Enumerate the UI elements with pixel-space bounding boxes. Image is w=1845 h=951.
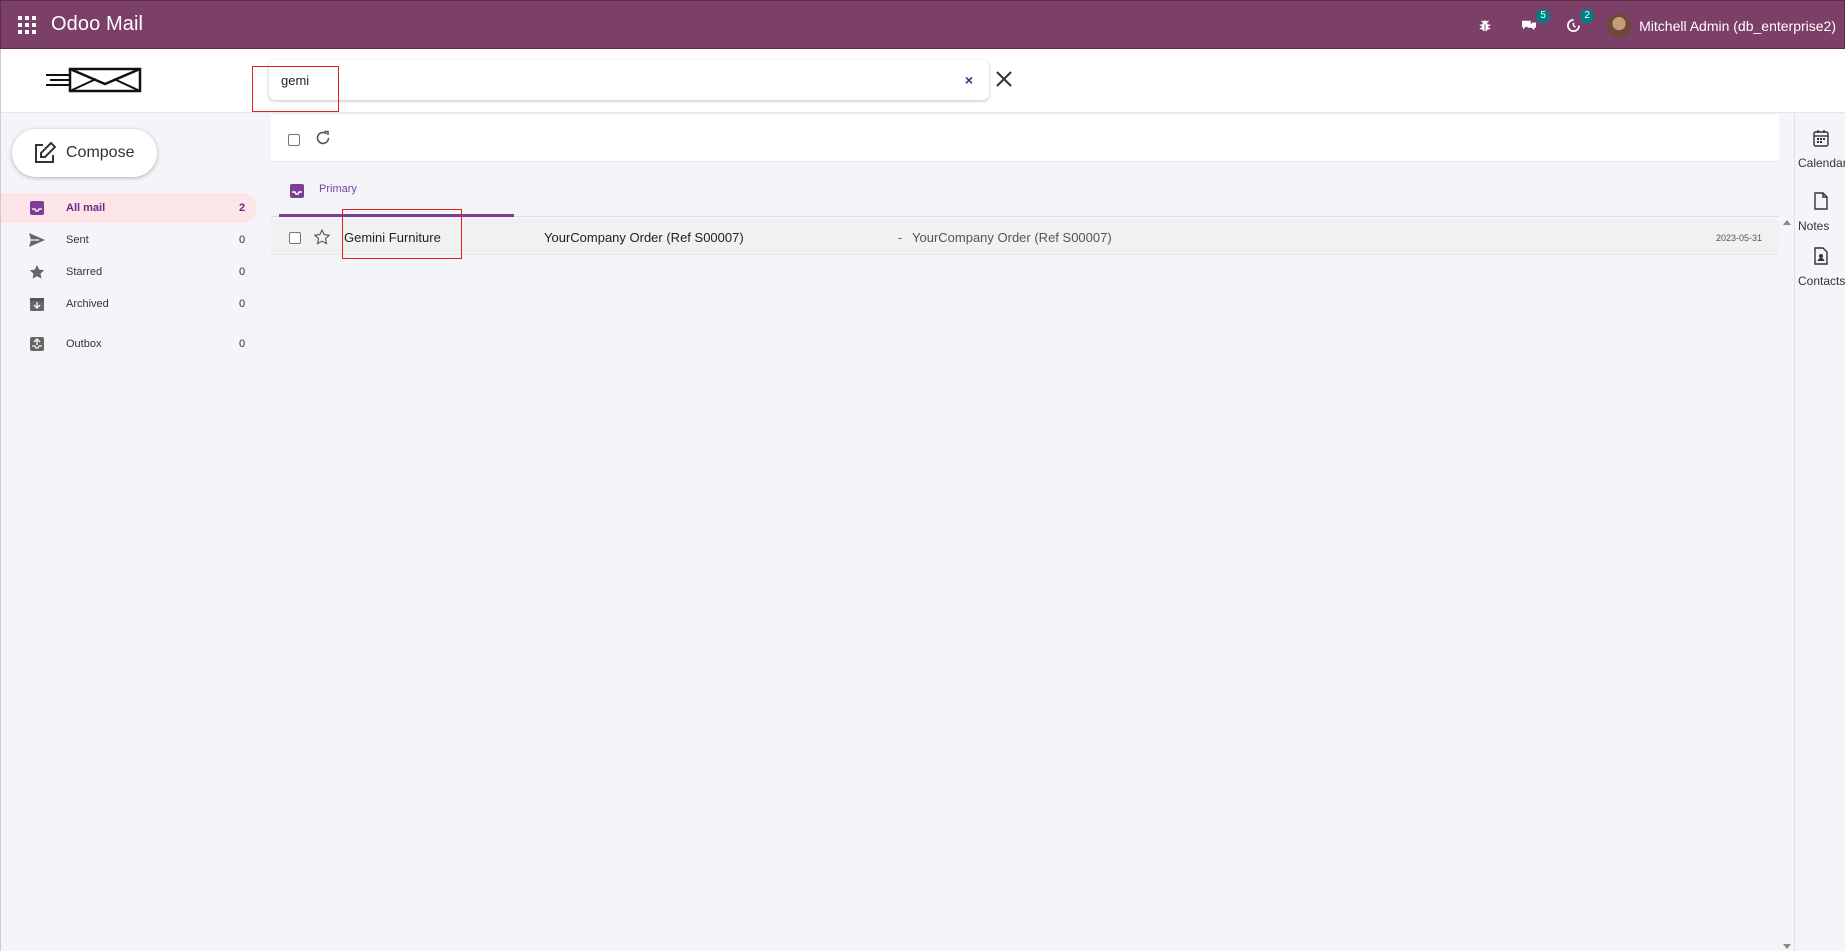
send-icon <box>28 231 46 249</box>
sidebar-item-all-mail[interactable]: All mail 2 <box>1 193 257 223</box>
chat-icon[interactable]: 5 <box>1519 8 1551 36</box>
message-date: 2023-05-31 <box>1716 233 1763 243</box>
top-navbar: Odoo Mail 5 2 Mitchell Admin (db_enterpr… <box>0 0 1845 49</box>
contacts-label: Contacts <box>1798 274 1845 288</box>
message-subject: YourCompany Order (Ref S00007) <box>544 230 744 245</box>
chat-badge: 5 <box>1536 8 1551 23</box>
message-sender: Gemini Furniture <box>344 230 441 245</box>
sidebar-item-count: 0 <box>239 266 246 278</box>
right-apps-panel: Calendar Notes Contacts <box>1794 113 1845 951</box>
sidebar-item-outbox[interactable]: Outbox 0 <box>1 329 257 359</box>
sidebar-item-count: 0 <box>239 298 246 310</box>
archive-icon <box>28 295 46 313</box>
sidebar-item-label: Archived <box>66 298 109 310</box>
star-icon <box>28 263 46 281</box>
edit-icon <box>35 142 56 163</box>
scroll-down-arrow-icon[interactable] <box>1783 944 1791 949</box>
inbox-icon <box>290 184 304 198</box>
star-outline-icon[interactable] <box>314 229 330 245</box>
search-box: × <box>269 60 989 100</box>
message-checkbox[interactable] <box>289 232 301 244</box>
search-input[interactable] <box>281 70 921 90</box>
user-menu[interactable]: Mitchell Admin (db_enterprise2) <box>1639 18 1836 34</box>
activity-badge: 2 <box>1580 8 1595 23</box>
sidebar-item-count: 2 <box>239 202 246 214</box>
contact-icon <box>1813 247 1828 265</box>
sidebar-item-label: Starred <box>66 266 103 278</box>
apps-grid-icon[interactable] <box>18 15 36 34</box>
sidebar-item-label: All mail <box>66 202 106 214</box>
calendar-icon <box>1812 130 1829 147</box>
message-separator: - <box>898 230 903 245</box>
inbox-icon <box>28 199 46 217</box>
tab-primary-label: Primary <box>319 183 357 195</box>
activity-clock-icon[interactable]: 2 <box>1563 8 1595 36</box>
mail-header: × <box>0 49 1845 113</box>
calendar-label: Calendar <box>1798 156 1845 170</box>
app-title[interactable]: Odoo Mail <box>51 13 143 36</box>
notes-shortcut[interactable]: Notes <box>1795 192 1845 233</box>
list-toolbar <box>271 115 1779 162</box>
outbox-icon <box>28 335 46 353</box>
sidebar-item-label: Sent <box>66 234 89 246</box>
sidebar-item-count: 0 <box>239 234 246 246</box>
contacts-shortcut[interactable]: Contacts <box>1795 247 1845 288</box>
clear-search-button[interactable]: × <box>959 70 979 90</box>
close-icon[interactable] <box>993 68 1015 90</box>
sidebar-item-starred[interactable]: Starred 0 <box>1 257 257 287</box>
compose-button[interactable]: Compose <box>12 129 157 177</box>
list-scrollbar[interactable] <box>1780 216 1794 951</box>
tab-primary[interactable]: Primary <box>279 171 514 217</box>
sidebar-item-count: 0 <box>239 338 246 350</box>
mail-logo-icon <box>46 67 142 93</box>
sidebar-item-label: Outbox <box>66 338 102 350</box>
sidebar-item-archived[interactable]: Archived 0 <box>1 289 257 319</box>
note-icon <box>1813 192 1828 210</box>
debug-bug-icon[interactable] <box>1475 16 1495 36</box>
mail-sidebar: Compose All mail 2 Sent 0 Starred 0 Arch… <box>0 113 260 951</box>
message-preview: YourCompany Order (Ref S00007) <box>912 230 1112 245</box>
compose-label: Compose <box>66 144 135 161</box>
calendar-shortcut[interactable]: Calendar <box>1795 129 1845 170</box>
select-all-checkbox[interactable] <box>288 134 300 146</box>
refresh-icon[interactable] <box>314 129 332 147</box>
message-row[interactable]: Gemini Furniture YourCompany Order (Ref … <box>271 219 1779 255</box>
mail-main: Primary Gemini Furniture YourCompany Ord… <box>271 113 1779 951</box>
sidebar-item-sent[interactable]: Sent 0 <box>1 225 257 255</box>
user-avatar[interactable] <box>1607 13 1632 38</box>
notes-label: Notes <box>1798 219 1830 233</box>
scroll-up-arrow-icon[interactable] <box>1783 220 1791 225</box>
mail-tabs: Primary <box>271 171 1779 217</box>
